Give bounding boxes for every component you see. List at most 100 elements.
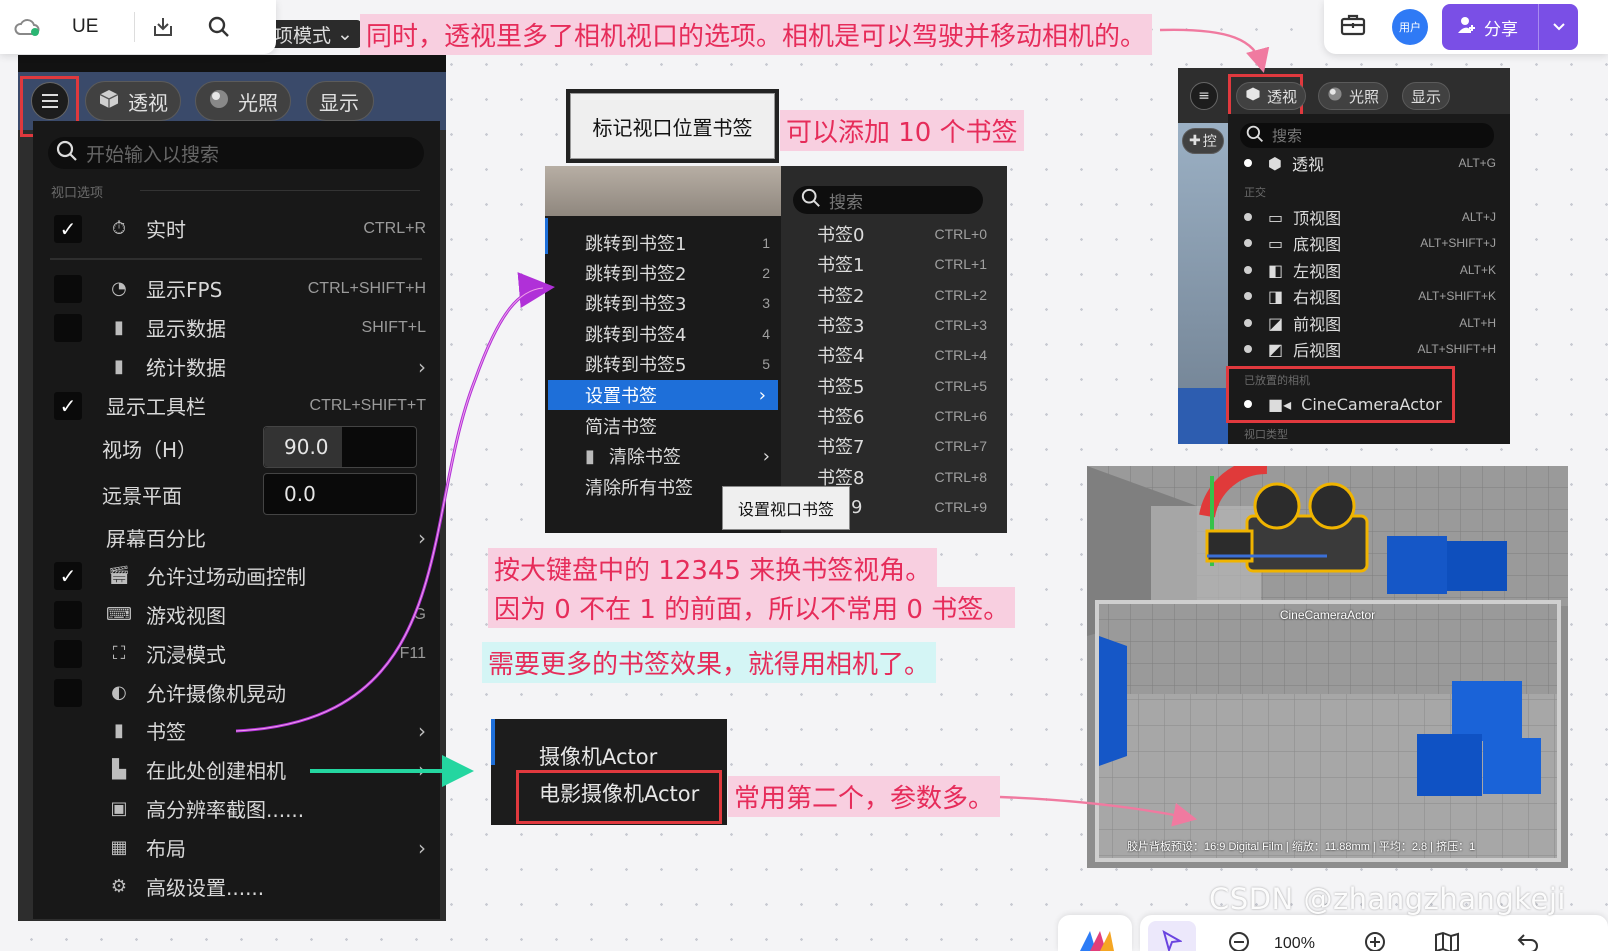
- cloud-sync-icon[interactable]: [0, 0, 54, 54]
- cinematic-control-checkbox[interactable]: ✓: [54, 561, 82, 590]
- mode-selector[interactable]: 项模式 ⌄: [266, 20, 361, 48]
- select-tool-button[interactable]: [1148, 921, 1196, 951]
- menu-item-show-fps[interactable]: ◔ 显示FPS CTRL+SHIFT+H: [54, 274, 426, 303]
- bookmark-menu-screenshot: 跳转到书签1 1 跳转到书签2 2 跳转到书签3 3 跳转到书签4 4 跳转到书签5 5 …: [545, 166, 1007, 533]
- menu-item-camera-shake[interactable]: ◐ 允许摄像机晃动: [54, 678, 426, 707]
- bookmark-item-5[interactable]: 书签5 CTRL+5: [817, 371, 987, 401]
- menu-search-input[interactable]: 开始输入以搜索: [48, 137, 424, 169]
- set-bookmark-item[interactable]: 设置书签 ›: [548, 380, 778, 410]
- show-toolbar-checkbox[interactable]: ✓: [54, 391, 82, 420]
- toolbox-icon[interactable]: [1340, 13, 1366, 41]
- menu-item-label: 书签2: [817, 286, 865, 307]
- cine-camera-actor-item[interactable]: 电影摄像机Actor: [539, 778, 699, 808]
- hamburger-menu-button[interactable]: ≡: [1190, 82, 1218, 110]
- fov-input[interactable]: 90.0: [263, 426, 417, 468]
- bookmark-item-0[interactable]: 书签0 CTRL+0: [817, 219, 987, 249]
- immersive-mode-checkbox[interactable]: [54, 639, 82, 668]
- divider: [140, 190, 420, 191]
- jump-bookmark-5[interactable]: 跳转到书签5 5: [585, 349, 770, 379]
- control-pill[interactable]: ✚ 控: [1182, 128, 1224, 154]
- menu-item-realtime[interactable]: ✓ ⏱ 实时 CTRL+R: [54, 214, 426, 243]
- bookmark-item-7[interactable]: 书签7 CTRL+7: [817, 431, 987, 461]
- viewport-search-input[interactable]: 搜索: [1240, 123, 1494, 148]
- jump-bookmark-2[interactable]: 跳转到书签2 2: [585, 258, 770, 288]
- document-title[interactable]: UE: [54, 16, 116, 38]
- compact-bookmark-item[interactable]: 简洁书签: [585, 411, 770, 441]
- zoom-level[interactable]: 100%: [1274, 935, 1315, 951]
- menu-item-immersive-mode[interactable]: ⛶ 沉浸模式 F11: [54, 639, 426, 668]
- chevron-down-icon[interactable]: [1538, 4, 1578, 50]
- menu-item-allow-cinematic-control[interactable]: ✓ 🎬︎ 允许过场动画控制: [54, 561, 426, 590]
- menu-item-label: 底视图: [1293, 235, 1342, 255]
- section-viewport-options: 视口选项: [51, 186, 104, 201]
- menu-item-layout[interactable]: ▦ 布局 ›: [108, 833, 426, 862]
- view-right-item[interactable]: ◨ 右视图 ALT+SHIFT+K: [1228, 283, 1510, 310]
- lighting-pill[interactable]: 光照: [1318, 82, 1389, 110]
- jump-bookmark-1[interactable]: 跳转到书签1 1: [585, 228, 770, 258]
- menu-item-game-view[interactable]: ⌨ 游戏视图 G: [54, 600, 426, 629]
- menu-item-label: 跳转到书签4: [585, 325, 687, 346]
- menu-item-stat-data[interactable]: ▮ 统计数据 ›: [54, 352, 426, 381]
- menu-item-label: 跳转到书签3: [585, 294, 687, 315]
- menu-item-screen-percentage[interactable]: 屏幕百分比 ›: [106, 523, 426, 552]
- add-camera-icon: ▙: [112, 759, 126, 780]
- perspective-pill[interactable]: 透视: [1236, 82, 1307, 110]
- show-pill[interactable]: 显示: [306, 81, 374, 121]
- zoom-out-icon[interactable]: [1228, 931, 1250, 951]
- search-icon[interactable]: [191, 0, 247, 54]
- bookmark-item-1[interactable]: 书签1 CTRL+1: [817, 249, 987, 279]
- view-top-item[interactable]: ▭ 顶视图 ALT+J: [1228, 204, 1510, 231]
- lighting-pill[interactable]: 光照: [195, 81, 291, 121]
- far-plane-input[interactable]: 0.0: [263, 473, 417, 515]
- zoom-in-icon[interactable]: [1364, 931, 1386, 951]
- save-icon[interactable]: [135, 0, 191, 54]
- app-logo-button[interactable]: [1058, 915, 1132, 951]
- menu-item-create-camera-here[interactable]: ▙ 在此处创建相机 ›: [108, 755, 426, 784]
- show-stats-checkbox[interactable]: [54, 313, 82, 342]
- bookmark-item-3[interactable]: 书签3 CTRL+3: [817, 310, 987, 340]
- menu-item-label: 实时: [146, 218, 186, 242]
- view-front-item[interactable]: ◪ 前视图 ALT+H: [1228, 310, 1510, 337]
- search-placeholder: 开始输入以搜索: [86, 143, 220, 166]
- menu-item-high-res-screenshot[interactable]: ▣ 高分辨率截图......: [108, 794, 426, 823]
- share-button[interactable]: 分享: [1442, 4, 1578, 50]
- menu-item-label: 清除所有书签: [585, 478, 693, 499]
- placed-camera-item[interactable]: ■◂ CineCameraActor: [1228, 391, 1454, 418]
- bookmark-item-4[interactable]: 书签4 CTRL+4: [817, 340, 987, 370]
- menu-item-show-toolbar[interactable]: ✓ 显示工具栏 CTRL+SHIFT+T: [54, 391, 426, 420]
- realtime-checkbox[interactable]: ✓: [54, 214, 82, 243]
- view-perspective-item[interactable]: ⬢ 透视 ALT+G: [1228, 150, 1510, 177]
- menu-item-show-stats[interactable]: ▮ 显示数据 SHIFT+L: [54, 313, 426, 342]
- menu-item-bookmarks[interactable]: ▮ 书签 ›: [108, 716, 426, 745]
- view-back-item[interactable]: ◩ 后视图 ALT+SHIFT+H: [1228, 336, 1510, 363]
- hamburger-menu-button[interactable]: [31, 82, 69, 120]
- bookmark-item-6[interactable]: 书签6 CTRL+6: [817, 401, 987, 431]
- menu-item-label: 显示工具栏: [106, 395, 206, 419]
- show-fps-checkbox[interactable]: [54, 274, 82, 303]
- bookmark-item-2[interactable]: 书签2 CTRL+2: [817, 280, 987, 310]
- shortcut-label: ALT+SHIFT+H: [1417, 342, 1496, 357]
- cube-icon: [98, 88, 120, 115]
- shortcut-label: 4: [762, 326, 770, 342]
- show-pill[interactable]: 显示: [1402, 82, 1451, 110]
- view-left-item[interactable]: ◧ 左视图 ALT+K: [1228, 257, 1510, 284]
- shortcut-label: 1: [762, 235, 770, 251]
- shortcut-label: CTRL+2: [934, 287, 987, 303]
- note-need-camera: 需要更多的书签效果，就得用相机了。: [482, 642, 937, 683]
- camera-viewport-label: CineCameraActor: [1279, 608, 1376, 622]
- jump-bookmark-4[interactable]: 跳转到书签4 4: [585, 319, 770, 349]
- top-view-icon: ▭: [1268, 207, 1284, 227]
- radio-dot: [1244, 239, 1252, 248]
- bookmark-search-input[interactable]: 搜索: [793, 186, 983, 214]
- view-bottom-item[interactable]: ▭ 底视图 ALT+SHIFT+J: [1228, 230, 1510, 257]
- jump-bookmark-3[interactable]: 跳转到书签3 3: [585, 288, 770, 318]
- undo-icon[interactable]: [1516, 931, 1540, 951]
- avatar[interactable]: 用户: [1392, 9, 1428, 45]
- game-view-checkbox[interactable]: [54, 600, 82, 629]
- map-icon[interactable]: [1434, 931, 1460, 951]
- menu-item-advanced-settings[interactable]: ⚙ 高级设置......: [108, 872, 426, 901]
- perspective-pill[interactable]: 透视: [85, 81, 181, 121]
- camera-actor-item[interactable]: 摄像机Actor: [539, 741, 657, 771]
- camera-shake-checkbox[interactable]: [54, 678, 82, 707]
- clear-bookmark-item[interactable]: ▮ 清除书签 ›: [585, 441, 770, 471]
